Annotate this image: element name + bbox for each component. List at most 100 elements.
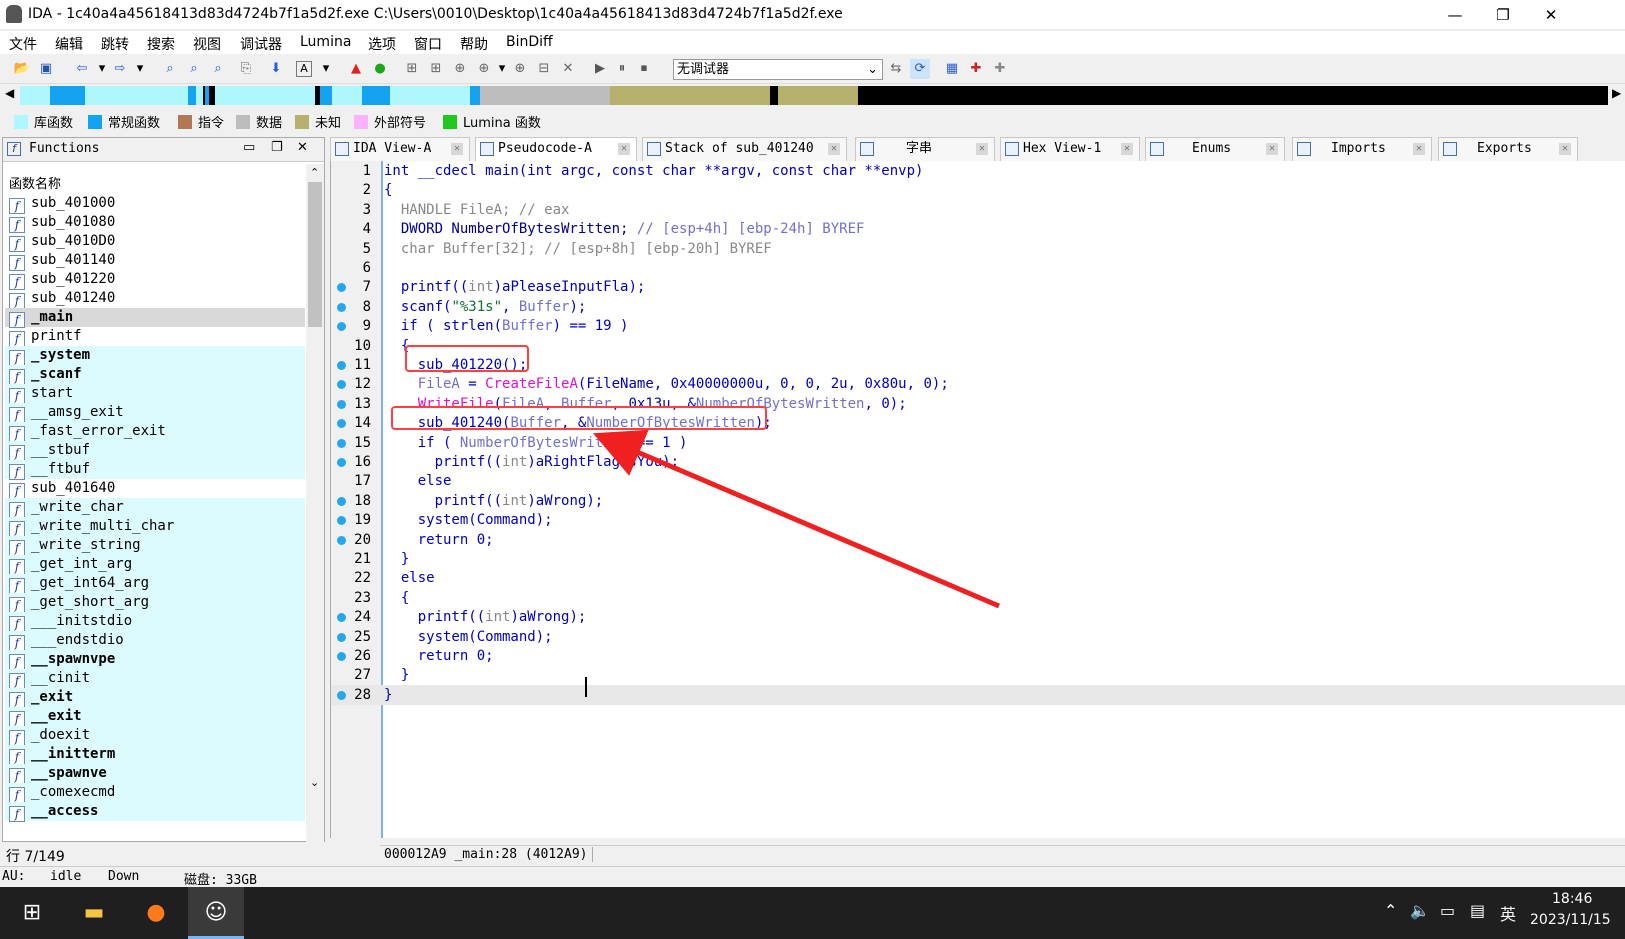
function-list-item[interactable]: f _get_short_arg xyxy=(5,593,305,613)
tab-close-icon[interactable]: ✕ xyxy=(451,143,463,155)
network-icon[interactable]: ▭ xyxy=(1440,901,1455,920)
menu-search[interactable]: 搜索 xyxy=(147,34,175,54)
code-line[interactable]: 7 printf((int)aPleaseInputFla); xyxy=(331,277,1625,297)
search-binary-icon[interactable]: ⌕ xyxy=(184,59,204,79)
code-line[interactable]: 26 return 0; xyxy=(331,646,1625,666)
firefox-icon[interactable]: ● xyxy=(128,887,184,939)
menu-jump[interactable]: 跳转 xyxy=(101,34,129,54)
float-panel-icon[interactable]: ❐ xyxy=(271,140,283,155)
clock-date[interactable]: 2023/11/15 xyxy=(1530,912,1611,928)
code-line[interactable]: 27 } xyxy=(331,665,1625,685)
ime-indicator[interactable]: 英 xyxy=(1500,901,1516,925)
tool-5-icon[interactable]: ⊕ xyxy=(510,59,530,79)
debugger-select[interactable]: 无调试器 ⌄ xyxy=(673,59,883,80)
tab-strings[interactable]: 字串 ✕ xyxy=(855,137,995,161)
function-list-item[interactable]: f _get_int_arg xyxy=(5,555,305,575)
function-list-item[interactable]: f sub_401240 xyxy=(5,289,305,309)
stop-icon[interactable]: ⏹ xyxy=(634,59,654,79)
debug-tool-2-icon[interactable]: ⟳ xyxy=(910,59,930,79)
ida-taskbar-icon[interactable]: ☺ xyxy=(188,887,244,939)
code-line[interactable]: 16 printf((int)aRightFlagIsYou); xyxy=(331,452,1625,472)
code-line[interactable]: 18 printf((int)aWrong); xyxy=(331,491,1625,511)
nav-left-arrow-icon[interactable]: ◀ xyxy=(5,86,14,100)
function-list-item[interactable]: f __initterm xyxy=(5,745,305,765)
function-list-item[interactable]: f sub_4010D0 xyxy=(5,232,305,252)
code-line[interactable]: 28} xyxy=(331,684,1625,705)
function-list-item[interactable]: f _fast_error_exit xyxy=(5,422,305,442)
menu-bindiff[interactable]: BinDiff xyxy=(506,34,553,50)
function-list-item[interactable]: f sub_401080 xyxy=(5,213,305,233)
tab-close-icon[interactable]: ✕ xyxy=(976,143,988,155)
function-list-item[interactable]: f __cinit xyxy=(5,669,305,689)
function-list-item[interactable]: f _system xyxy=(5,346,305,366)
function-list-item[interactable]: f __ftbuf xyxy=(5,460,305,480)
save-icon[interactable]: ▣ xyxy=(36,59,56,79)
navigation-strip[interactable] xyxy=(20,86,1608,105)
code-line[interactable]: 6 xyxy=(331,258,1625,278)
text-view-dropdown-icon[interactable]: ▾ xyxy=(316,59,336,79)
minimize-button[interactable]: — xyxy=(1432,0,1478,30)
function-list-item[interactable]: f __stbuf xyxy=(5,441,305,461)
function-list-item[interactable]: f sub_401000 xyxy=(5,194,305,214)
tab-close-icon[interactable]: ✕ xyxy=(618,143,630,155)
close-button[interactable]: ✕ xyxy=(1528,0,1574,30)
tool-2-icon[interactable]: ⊞ xyxy=(426,59,446,79)
code-line[interactable]: 12 FileA = CreateFileA(FileName, 0x40000… xyxy=(331,374,1625,394)
function-list-item[interactable]: f sub_401220 xyxy=(5,270,305,290)
forward-dropdown-icon[interactable]: ▾ xyxy=(130,59,150,79)
code-line[interactable]: 15 if ( NumberOfBytesWritten == 1 ) xyxy=(331,433,1625,453)
text-view-icon[interactable]: A xyxy=(296,61,312,77)
function-list-item[interactable]: f _doexit xyxy=(5,726,305,746)
code-line[interactable]: 20 return 0; xyxy=(331,530,1625,550)
function-list-item[interactable]: f _exit xyxy=(5,688,305,708)
menu-file[interactable]: 文件 xyxy=(9,34,37,54)
search-text-icon[interactable]: ⌕ xyxy=(160,59,180,79)
menu-edit[interactable]: 编辑 xyxy=(55,34,83,54)
function-list-item[interactable]: f __spawnvpe xyxy=(5,650,305,670)
tool-3-icon[interactable]: ⊕ xyxy=(450,59,470,79)
run-icon[interactable]: ▶ xyxy=(590,59,610,79)
back-icon[interactable]: ⇦ xyxy=(72,59,92,79)
code-line[interactable]: 25 system(Command); xyxy=(331,627,1625,647)
code-line[interactable]: 1 int __cdecl main(int argc, const char *… xyxy=(331,161,1625,181)
code-line[interactable]: 2{ xyxy=(331,180,1625,200)
code-line[interactable]: 8 scanf("%31s", Buffer); xyxy=(331,297,1625,317)
menu-lumina[interactable]: Lumina xyxy=(300,34,351,50)
function-list-item[interactable]: f sub_401640 xyxy=(5,479,305,499)
code-line[interactable]: 9 if ( strlen(Buffer) == 19 ) xyxy=(331,316,1625,336)
menu-help[interactable]: 帮助 xyxy=(460,34,488,54)
function-list-item[interactable]: f _scanf xyxy=(5,365,305,385)
forward-icon[interactable]: ⇨ xyxy=(110,59,130,79)
maximize-button[interactable]: ❐ xyxy=(1480,0,1526,30)
debug-tool-3-icon[interactable]: ▦ xyxy=(942,59,962,79)
tab-hex-view-1[interactable]: Hex View-1 ✕ xyxy=(1000,137,1140,161)
tray-chevron-icon[interactable]: ⌃ xyxy=(1384,901,1397,920)
scroll-up-icon[interactable]: ⌃ xyxy=(310,166,319,179)
code-line[interactable]: 4 DWORD NumberOfBytesWritten; // [esp+4h… xyxy=(331,219,1625,239)
function-list-item[interactable]: f _comexecmd xyxy=(5,783,305,803)
function-list-item[interactable]: f __spawnve xyxy=(5,764,305,784)
search-immediate-icon[interactable]: ⌕ xyxy=(208,59,228,79)
tab-close-icon[interactable]: ✕ xyxy=(1559,143,1571,155)
tab-enums[interactable]: Enums ✕ xyxy=(1145,137,1285,161)
tool-1-icon[interactable]: ⊞ xyxy=(402,59,422,79)
function-list-item[interactable]: f ___endstdio xyxy=(5,631,305,651)
function-list-item[interactable]: f __access xyxy=(5,802,305,822)
tab-ida-view-a[interactable]: IDA View-A ✕ xyxy=(330,137,470,161)
functions-vertical-scrollbar[interactable]: ⌃ ⌄ xyxy=(306,164,324,939)
code-line[interactable]: 21 } xyxy=(331,549,1625,569)
tab-pseudocode-a[interactable]: Pseudocode-A ✕ xyxy=(475,137,637,162)
start-icon[interactable]: ⊞ xyxy=(4,887,60,939)
function-name-column-header[interactable]: 函数名称 xyxy=(3,173,303,192)
function-list-item[interactable]: f printf xyxy=(5,327,305,347)
open-icon[interactable]: 📂 xyxy=(12,59,32,79)
scroll-down-icon[interactable]: ⌄ xyxy=(310,776,319,789)
code-line[interactable]: 23 { xyxy=(331,588,1625,608)
menu-window[interactable]: 窗口 xyxy=(414,34,442,54)
function-list-item[interactable]: f start xyxy=(5,384,305,404)
code-line[interactable]: 5 char Buffer[32]; // [esp+8h] [ebp-20h]… xyxy=(331,239,1625,259)
function-list-item[interactable]: f _write_string xyxy=(5,536,305,556)
debug-tool-5-icon[interactable]: ✚ xyxy=(990,59,1010,79)
function-list-item[interactable]: f _main xyxy=(5,308,305,328)
tab-close-icon[interactable]: ✕ xyxy=(828,143,840,155)
